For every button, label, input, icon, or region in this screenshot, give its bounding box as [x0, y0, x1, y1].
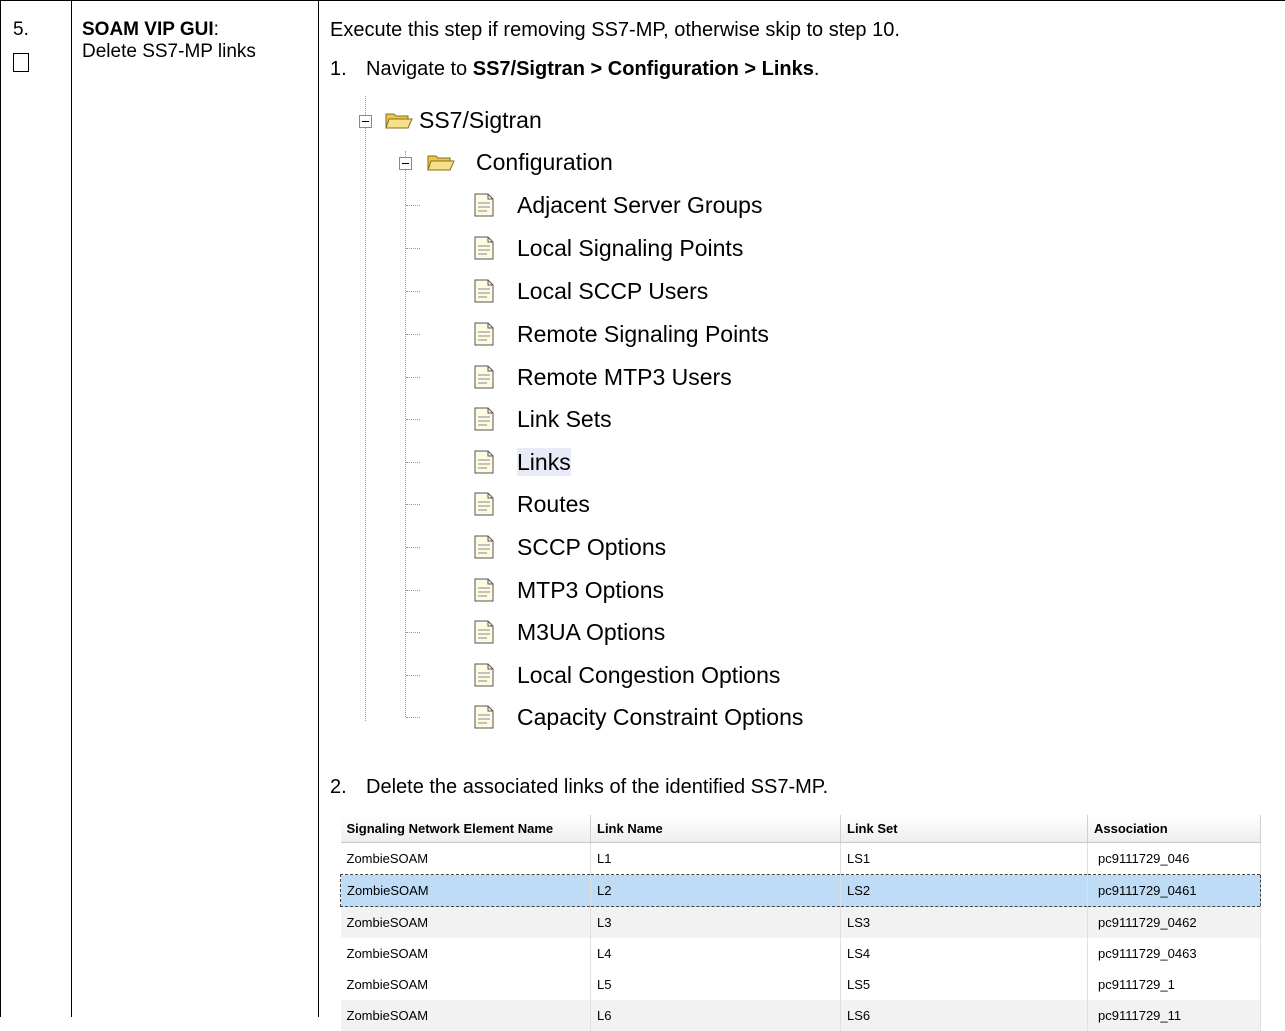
table-row[interactable]: ZombieSOAM L1 LS1 pc9111729_046 [340, 842, 1261, 875]
step-desc-text: Delete SS7-MP links [82, 41, 256, 62]
table-cell: LS3 [840, 906, 1088, 938]
table-left-border [0, 0, 1, 1017]
document-icon [474, 450, 494, 474]
intro-text: Execute this step if removing SS7-MP, ot… [330, 19, 900, 41]
table-cell: LS2 [840, 874, 1088, 907]
column-header[interactable]: Association [1087, 815, 1261, 843]
table-cell: L1 [590, 842, 841, 875]
table-col-divider-2 [318, 0, 319, 1017]
table-cell: pc9111729_0461 [1087, 874, 1261, 907]
table-top-border [0, 0, 1285, 1]
links-table: Signaling Network Element Name Link Name… [340, 815, 1261, 1031]
table-cell: ZombieSOAM [340, 906, 591, 938]
document-icon [474, 620, 494, 644]
step-description: SOAM VIP GUI: Delete SS7-MP links [82, 19, 256, 62]
document-icon [474, 492, 494, 516]
column-header[interactable]: Link Set [840, 815, 1088, 843]
tree-root-label[interactable]: SS7/Sigtran [419, 106, 542, 134]
table-cell: L6 [590, 1000, 841, 1031]
table-cell: pc9111729_0462 [1087, 906, 1261, 938]
table-cell: ZombieSOAM [340, 969, 591, 1000]
open-folder-icon [385, 113, 413, 129]
table-cell: pc9111729_11 [1087, 1000, 1261, 1031]
table-cell: L3 [590, 906, 841, 938]
tree-child-label[interactable]: Configuration [476, 148, 613, 176]
step-checkbox[interactable] [13, 53, 29, 72]
table-cell: LS5 [840, 969, 1088, 1000]
document-icon [474, 663, 494, 687]
table-cell: LS1 [840, 842, 1088, 875]
table-row[interactable]: ZombieSOAM L4 LS4 pc9111729_0463 [340, 938, 1261, 969]
step-title: SOAM VIP GUI [82, 19, 214, 40]
collapse-toggle-icon[interactable] [359, 115, 372, 128]
table-cell: LS6 [840, 1000, 1088, 1031]
table-row[interactable]: ZombieSOAM L3 LS3 pc9111729_0462 [340, 906, 1261, 938]
navigation-tree: SS7/Sigtran Configuration Adjacent Serve… [330, 96, 930, 736]
document-icon [474, 705, 494, 729]
table-cell: L5 [590, 969, 841, 1000]
table-cell: LS4 [840, 938, 1088, 969]
tree-guide-root [365, 96, 366, 721]
table-header-row: Signaling Network Element Name Link Name… [340, 815, 1261, 843]
document-icon [474, 578, 494, 602]
column-header[interactable]: Link Name [590, 815, 841, 843]
table-cell: L2 [590, 874, 841, 907]
column-header[interactable]: Signaling Network Element Name [340, 815, 591, 843]
document-icon [474, 322, 494, 346]
table-cell: L4 [590, 938, 841, 969]
tree-item-selected-label[interactable]: Links [517, 448, 571, 476]
table-row-selected[interactable]: ZombieSOAM L2 LS2 pc9111729_0461 [340, 874, 1261, 907]
table-cell: ZombieSOAM [340, 842, 591, 875]
table-cell: pc9111729_0463 [1087, 938, 1261, 969]
instruction-2: 2. Delete the associated links of the ide… [330, 776, 829, 798]
table-cell: pc9111729_046 [1087, 842, 1261, 875]
document-icon [474, 279, 494, 303]
document-icon [474, 193, 494, 217]
instruction-1: 1. Navigate to SS7/Sigtran > Configuratio… [330, 58, 820, 80]
table-cell: ZombieSOAM [340, 874, 591, 907]
collapse-toggle-icon[interactable] [399, 157, 412, 170]
table-cell: ZombieSOAM [340, 1000, 591, 1031]
step-number: 5. [13, 19, 29, 40]
table-cell: pc9111729_1 [1087, 969, 1261, 1000]
menu-path: SS7/Sigtran > Configuration > Links [472, 58, 814, 80]
document-icon [474, 365, 494, 389]
table-row[interactable]: ZombieSOAM L6 LS6 pc9111729_11 [340, 1000, 1261, 1031]
document-icon [474, 407, 494, 431]
table-col-divider-1 [71, 0, 72, 1017]
document-icon [474, 535, 494, 559]
document-icon [474, 236, 494, 260]
table-row[interactable]: ZombieSOAM L5 LS5 pc9111729_1 [340, 969, 1261, 1000]
open-folder-icon [427, 155, 455, 171]
table-cell: ZombieSOAM [340, 938, 591, 969]
